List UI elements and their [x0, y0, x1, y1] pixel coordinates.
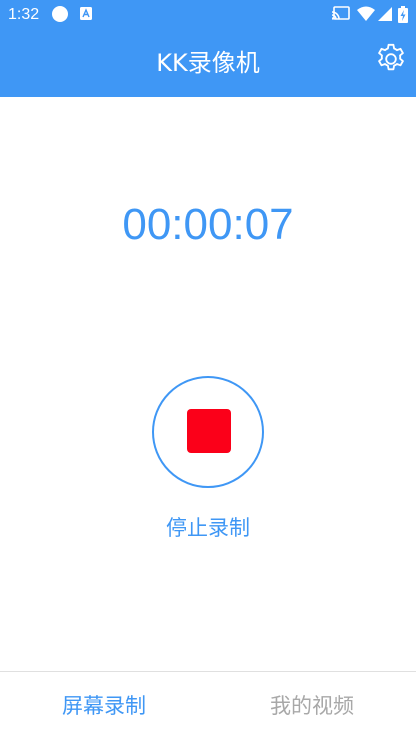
app-a-icon: [80, 7, 92, 20]
cast-icon: [332, 6, 350, 20]
status-bar: 1:32: [0, 0, 416, 30]
app-title: KK录像机: [156, 49, 260, 77]
signal-icon: [378, 7, 392, 21]
tab-my-videos[interactable]: 我的视频: [208, 672, 416, 741]
battery-charging-icon: [398, 6, 408, 23]
stop-recording-button[interactable]: [152, 376, 264, 488]
tab-screen-record[interactable]: 屏幕录制: [0, 672, 208, 741]
stop-recording-label[interactable]: 停止录制: [0, 513, 416, 543]
stop-square-icon: [187, 409, 231, 453]
wifi-icon: [357, 6, 375, 21]
status-time: 1:32: [8, 6, 40, 23]
bottom-nav: 屏幕录制 我的视频: [0, 672, 416, 741]
gear-icon[interactable]: [374, 42, 408, 76]
recording-timer: 00:00:07: [122, 200, 294, 249]
notification-circle-icon: [52, 6, 68, 22]
app-bar: KK录像机: [0, 30, 416, 97]
